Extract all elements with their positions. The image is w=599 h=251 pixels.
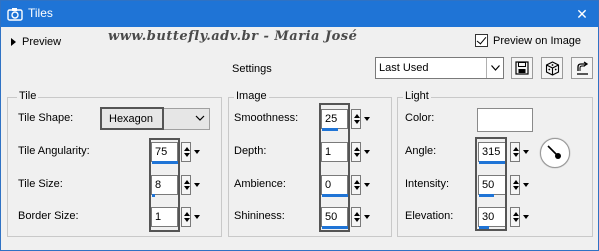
- preset-value: Last Used: [379, 62, 429, 74]
- save-preset-button[interactable]: [511, 57, 533, 79]
- tile-size-label: Tile Size:: [18, 178, 63, 190]
- tile-angularity-spinner[interactable]: [181, 142, 191, 162]
- shininess-dropdown[interactable]: [363, 207, 371, 227]
- chevron-down-icon[interactable]: [486, 58, 503, 78]
- color-label: Color:: [405, 112, 435, 124]
- depth-label: Depth:: [234, 145, 267, 157]
- window-title: Tiles: [28, 6, 53, 20]
- save-icon: [515, 61, 529, 75]
- shininess-label: Shininess:: [234, 210, 285, 222]
- ambience-label: Ambience:: [234, 178, 286, 190]
- reset-arrow-icon: [576, 61, 588, 75]
- tile-size-dropdown[interactable]: [193, 175, 201, 195]
- dialog-window: Tiles ✕ Preview www.buttefly.adv.br - Ma…: [0, 0, 599, 251]
- reset-button[interactable]: [571, 57, 593, 79]
- watermark-text: www.buttefly.adv.br - Maria José: [108, 29, 358, 44]
- tile-angularity-dropdown[interactable]: [193, 142, 201, 162]
- dice-icon: [545, 60, 559, 76]
- close-icon: ✕: [576, 6, 588, 22]
- preset-select[interactable]: Last Used: [375, 57, 504, 79]
- shininess-spinner[interactable]: [351, 207, 361, 227]
- highlight-frame: [475, 137, 507, 231]
- tile-size-spinner[interactable]: [181, 175, 191, 195]
- angle-spinner[interactable]: [510, 142, 520, 162]
- title-bar[interactable]: Tiles ✕: [1, 1, 598, 27]
- preview-on-image-option[interactable]: Preview on Image: [475, 34, 581, 47]
- angle-dial[interactable]: [540, 138, 570, 168]
- intensity-label: Intensity:: [405, 178, 450, 190]
- light-group-title: Light: [403, 90, 431, 102]
- dial-pointer-icon: [547, 145, 561, 159]
- border-size-dropdown[interactable]: [193, 207, 201, 227]
- preview-on-image-checkbox[interactable]: [475, 34, 488, 47]
- angle-label: Angle:: [405, 145, 437, 157]
- highlight-frame: [149, 138, 180, 232]
- ambience-spinner[interactable]: [351, 175, 361, 195]
- close-button[interactable]: ✕: [572, 4, 592, 24]
- border-size-spinner[interactable]: [181, 207, 191, 227]
- elevation-spinner[interactable]: [510, 207, 520, 227]
- tile-group-title: Tile: [17, 90, 39, 102]
- tile-angularity-label: Tile Angularity:: [18, 145, 90, 157]
- light-color-swatch[interactable]: [477, 108, 533, 132]
- elevation-dropdown[interactable]: [522, 207, 530, 227]
- preview-toggle[interactable]: Preview: [11, 34, 61, 50]
- depth-spinner[interactable]: [351, 142, 361, 162]
- ambience-dropdown[interactable]: [363, 175, 371, 195]
- intensity-dropdown[interactable]: [522, 175, 530, 195]
- preview-label: Preview: [22, 36, 62, 48]
- smoothness-spinner[interactable]: [351, 109, 361, 129]
- border-size-label: Border Size:: [18, 210, 79, 222]
- smoothness-label: Smoothness:: [234, 112, 299, 124]
- depth-dropdown[interactable]: [363, 142, 371, 162]
- expand-triangle-icon: [11, 38, 16, 46]
- highlight-frame: [319, 103, 350, 232]
- camera-icon: [7, 8, 23, 21]
- chevron-down-icon: [195, 115, 205, 121]
- intensity-spinner[interactable]: [510, 175, 520, 195]
- tile-shape-label: Tile Shape:: [18, 112, 74, 124]
- angle-dropdown[interactable]: [522, 142, 530, 162]
- elevation-label: Elevation:: [405, 210, 454, 222]
- preview-on-image-label: Preview on Image: [493, 34, 582, 47]
- image-group-title: Image: [234, 90, 269, 102]
- smoothness-dropdown[interactable]: [363, 109, 371, 129]
- settings-label: Settings: [232, 63, 272, 75]
- highlight-frame: [100, 107, 164, 130]
- randomize-button[interactable]: [541, 57, 563, 79]
